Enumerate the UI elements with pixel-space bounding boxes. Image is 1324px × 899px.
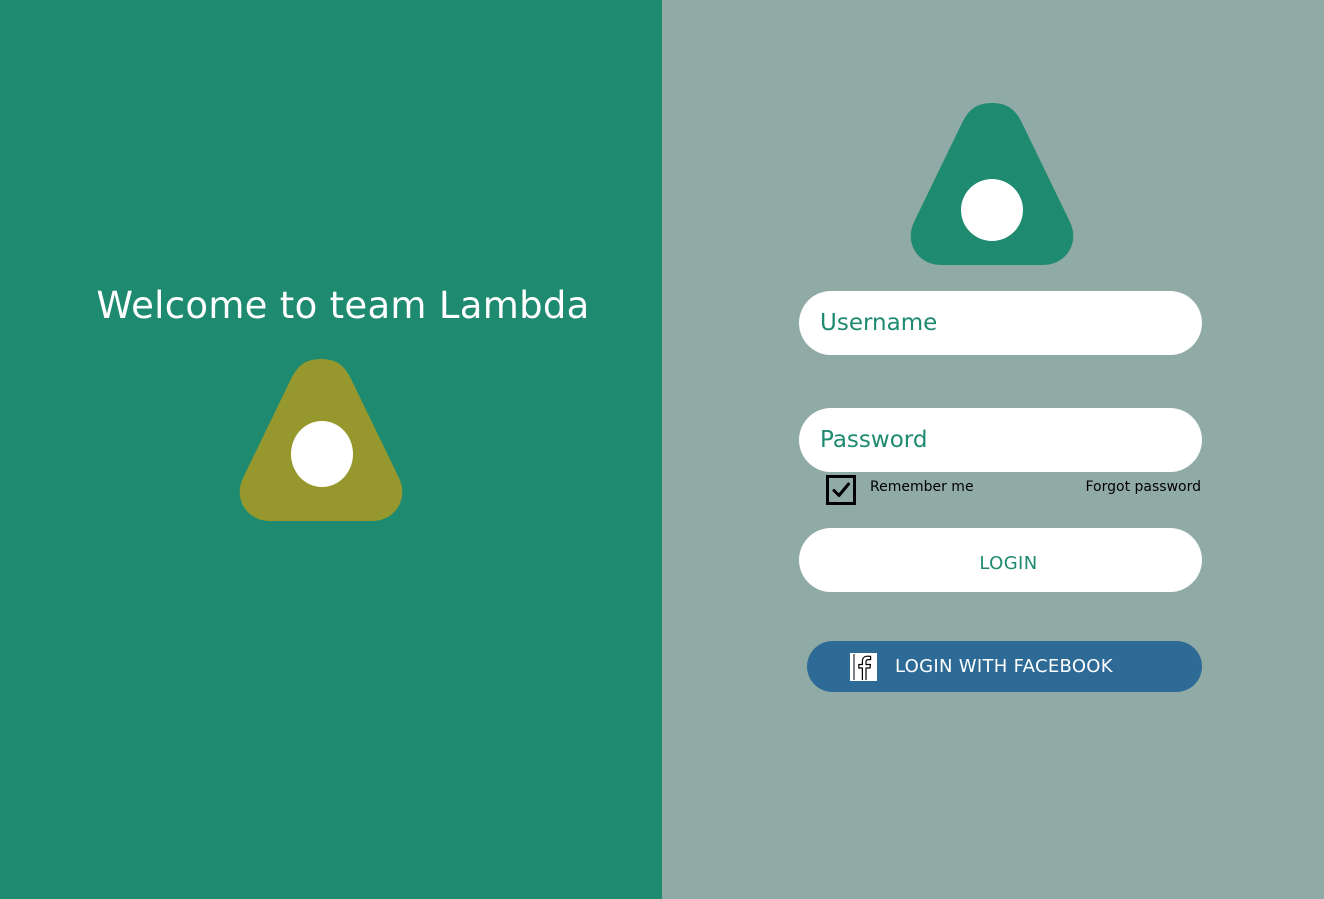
welcome-panel: Welcome to team Lambda [0, 0, 662, 899]
forgot-password-link[interactable]: Forgot password [1086, 479, 1202, 495]
lambda-logo-icon [239, 359, 403, 521]
checkmark-icon [832, 482, 850, 497]
welcome-title: Welcome to team Lambda [96, 284, 590, 327]
facebook-login-label: LOGIN WITH FACEBOOK [895, 656, 1113, 677]
lambda-logo-icon [910, 103, 1074, 265]
facebook-login-button[interactable]: LOGIN WITH FACEBOOK [807, 641, 1202, 692]
facebook-icon [850, 653, 877, 681]
login-page: Welcome to team Lambda Remember me Forgo… [0, 0, 1324, 899]
username-input[interactable] [799, 291, 1202, 355]
login-button[interactable]: LOGIN [799, 528, 1202, 592]
remember-me-checkbox[interactable] [826, 475, 856, 505]
password-input[interactable] [799, 408, 1202, 472]
remember-me-label[interactable]: Remember me [870, 479, 974, 495]
